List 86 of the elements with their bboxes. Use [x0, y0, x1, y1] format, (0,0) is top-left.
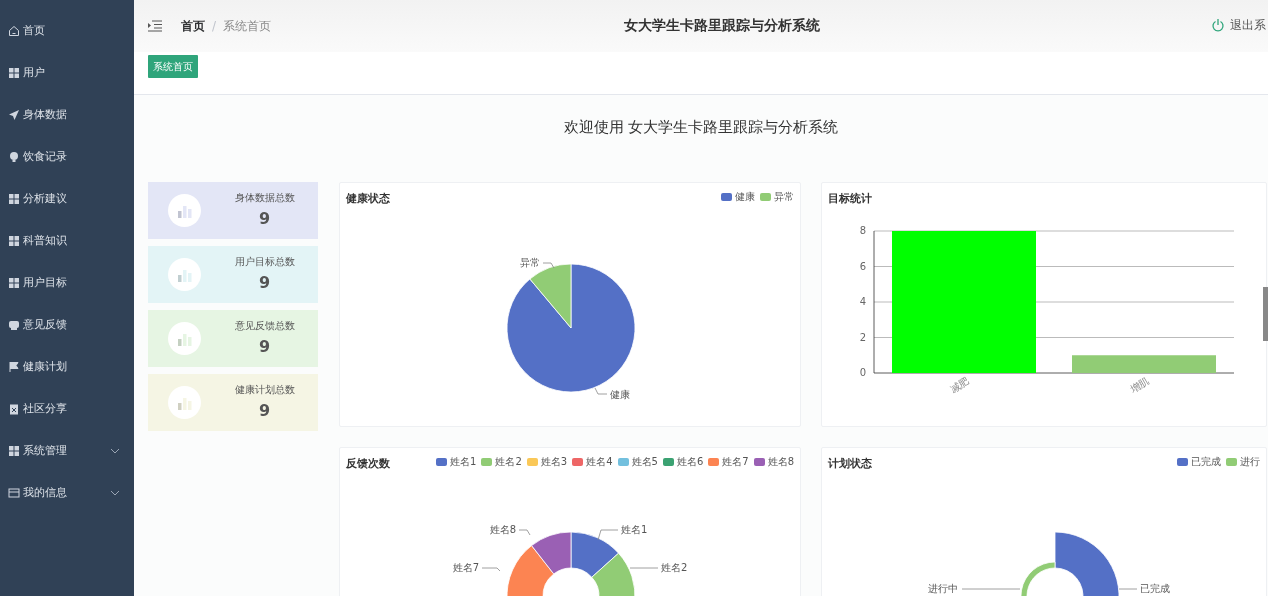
card-icon	[8, 487, 20, 499]
send-icon	[8, 109, 20, 121]
comment-icon	[8, 319, 20, 331]
welcome-title: 欢迎使用 女大学生卡路里跟踪与分析系统	[562, 117, 840, 138]
slice-label: 姓名7	[452, 562, 479, 573]
slice-label: 姓名8	[489, 524, 516, 535]
axis-tick-label: 减肥	[948, 375, 971, 395]
axis-tick-label: 0	[859, 367, 866, 378]
chart-title: 计划状态	[828, 456, 872, 472]
logout-button[interactable]: 退出系	[1211, 16, 1266, 34]
flag-icon	[8, 361, 20, 373]
sidebar-item[interactable]: 身体数据	[0, 94, 134, 136]
legend-label[interactable]: 姓名3	[540, 454, 568, 469]
legend-label[interactable]: 姓名7	[722, 454, 749, 469]
chart-badge-icon	[168, 322, 201, 355]
leader-line	[594, 387, 608, 395]
axis-tick-label: 6	[859, 260, 866, 272]
grid-icon	[8, 235, 20, 247]
menu-toggle-icon[interactable]	[148, 20, 162, 32]
sidebar-item[interactable]: 科普知识	[0, 220, 134, 262]
stat-label: 健康计划总数	[234, 383, 295, 397]
breadcrumb-current: 系统首页	[223, 18, 272, 35]
slice-label: 异常	[520, 257, 540, 268]
breadcrumb-link[interactable]: 首页	[181, 17, 205, 35]
legend-label[interactable]: 姓名6	[676, 454, 704, 469]
legend-label[interactable]: 健康	[735, 189, 755, 204]
legend-label[interactable]: 姓名8	[767, 454, 794, 469]
sidebar-item[interactable]: 健康计划	[0, 346, 134, 388]
stat-value: 9	[258, 336, 271, 358]
scrollbar[interactable]	[1263, 287, 1268, 341]
breadcrumb-separator: /	[212, 18, 217, 35]
legend-label[interactable]: 姓名4	[586, 454, 613, 469]
legend-label[interactable]: 已完成	[1191, 454, 1221, 469]
grid-icon	[8, 193, 20, 205]
legend-label[interactable]: 进行	[1240, 454, 1260, 469]
stat-value: 9	[258, 208, 271, 230]
slice-label: 健康	[610, 389, 630, 400]
power-icon	[1211, 18, 1225, 32]
chart-badge-icon	[168, 258, 201, 291]
stat-label: 意见反馈总数	[234, 319, 295, 333]
leader-line	[481, 567, 501, 572]
chart-badge-icon	[168, 194, 201, 227]
chevron-down-icon	[110, 490, 120, 496]
grid-icon	[8, 277, 20, 289]
app-title: 女大学生卡路里跟踪与分析系统	[624, 16, 820, 35]
home-icon	[8, 25, 20, 37]
sidebar-item[interactable]: 用户	[0, 52, 134, 94]
stat-value: 9	[258, 400, 271, 422]
leader-line	[518, 529, 531, 536]
clipboard-icon	[8, 403, 20, 415]
sidebar-item[interactable]: 我的信息	[0, 472, 134, 514]
sidebar-item[interactable]: 饮食记录	[0, 136, 134, 178]
slice-label: 已完成	[1140, 583, 1170, 594]
chart-title: 目标统计	[828, 191, 872, 207]
bulb-icon	[8, 151, 20, 163]
stat-label: 用户目标总数	[234, 255, 295, 269]
stat-label: 身体数据总数	[234, 191, 295, 205]
slice-label: 姓名2	[661, 562, 688, 573]
chart-title: 健康状态	[346, 191, 390, 207]
leader-line	[542, 262, 555, 269]
chart-title: 反馈次数	[346, 456, 390, 472]
chevron-down-icon	[110, 448, 120, 454]
slice-label: 进行中	[928, 583, 958, 594]
legend-label[interactable]: 姓名2	[495, 454, 522, 469]
grid-icon	[8, 445, 20, 457]
grid-icon	[8, 67, 20, 79]
sidebar-item[interactable]: 首页	[0, 10, 134, 52]
axis-tick-label: 8	[859, 225, 866, 236]
stat-value: 9	[258, 272, 271, 294]
sidebar-item[interactable]: 意见反馈	[0, 304, 134, 346]
axis-tick-label: 增肌	[1128, 375, 1151, 395]
leader-line	[597, 529, 619, 541]
legend-label[interactable]: 姓名5	[631, 454, 658, 469]
sidebar-item[interactable]: 分析建议	[0, 178, 134, 220]
axis-tick-label: 2	[859, 331, 866, 343]
legend-label[interactable]: 姓名1	[450, 454, 477, 469]
axis-tick-label: 4	[859, 296, 866, 307]
sidebar-item[interactable]: 系统管理	[0, 430, 134, 472]
leader-line	[629, 567, 659, 569]
sidebar-item[interactable]: 社区分享	[0, 388, 134, 430]
slice-label: 姓名1	[621, 524, 648, 535]
legend-label[interactable]: 异常	[774, 189, 794, 204]
leader-line	[961, 588, 1021, 590]
leader-line	[1118, 588, 1138, 590]
chart-badge-icon	[168, 386, 201, 419]
sidebar-item[interactable]: 用户目标	[0, 262, 134, 304]
